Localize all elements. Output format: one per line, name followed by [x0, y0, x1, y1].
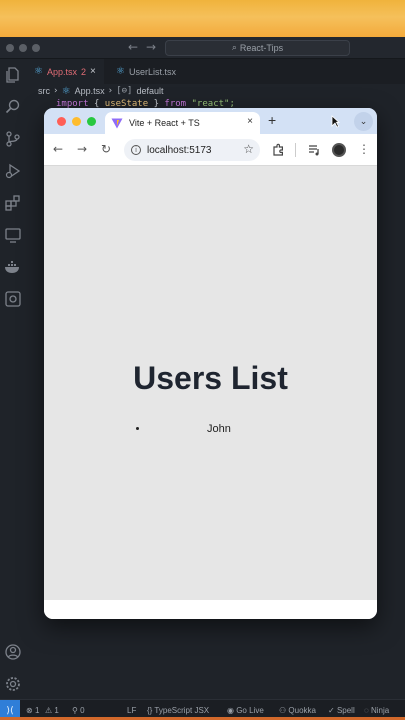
back-arrow-icon[interactable]: ←: [128, 40, 138, 54]
reload-icon[interactable]: ↻: [101, 142, 111, 156]
settings-gear-icon[interactable]: [4, 675, 22, 693]
activity-bar: [0, 59, 26, 699]
warning-count-value: 1: [54, 706, 59, 715]
run-debug-icon[interactable]: [4, 162, 22, 180]
breadcrumb-folder[interactable]: src: [38, 86, 50, 96]
browser-window: Vite + React + TS × + ⌄ ← → ↻ i localhos…: [44, 108, 377, 619]
quokka-status[interactable]: ⚇ Quokka: [279, 706, 316, 715]
search-icon: ⌕: [231, 43, 237, 53]
list-item: John: [149, 423, 231, 435]
account-icon[interactable]: [4, 643, 22, 661]
search-icon[interactable]: [4, 98, 22, 116]
address-bar[interactable]: i localhost:5173 ☆: [124, 139, 260, 161]
chevron-right-icon: ›: [108, 86, 113, 96]
mouse-cursor-icon: [331, 115, 340, 128]
symbol-icon: [⊖]: [116, 86, 133, 96]
language-mode-label: TypeScript JSX: [154, 706, 210, 715]
problem-count-badge: 2: [80, 66, 86, 77]
browser-tab-active[interactable]: Vite + React + TS ×: [105, 112, 260, 134]
ninja-status[interactable]: ◌ Ninja: [364, 706, 389, 715]
remote-explorer-icon[interactable]: [4, 226, 22, 244]
quokka-label: Quokka: [288, 706, 316, 715]
close-window-button[interactable]: [57, 117, 66, 126]
tab-title: Vite + React + TS: [129, 118, 200, 128]
go-live-label: Go Live: [236, 706, 264, 715]
workspace-name: React-Tips: [239, 43, 284, 53]
react-file-icon: ⚛: [116, 66, 125, 77]
new-tab-button[interactable]: +: [268, 112, 276, 128]
ports-count-value: 0: [80, 706, 85, 715]
minimize-window-button[interactable]: [19, 44, 27, 52]
chevron-right-icon: ›: [54, 86, 58, 96]
desktop-wallpaper-top: [0, 0, 405, 38]
user-list: John: [149, 423, 231, 435]
forward-arrow-icon[interactable]: →: [146, 40, 156, 54]
spell-label: Spell: [336, 706, 355, 715]
maximize-window-button[interactable]: [32, 44, 40, 52]
close-window-button[interactable]: [6, 44, 14, 52]
editor-tab-bar: ⚛ App.tsx 2 × ⚛ UserList.tsx: [26, 59, 405, 84]
page-title: Users List: [133, 360, 288, 396]
breadcrumb-file[interactable]: App.tsx: [75, 86, 105, 96]
vite-logo-icon: [111, 118, 123, 128]
ninja-label: Ninja: [370, 706, 390, 715]
url-text: localhost:5173: [147, 144, 212, 156]
warning-count[interactable]: ⚠ 1: [45, 706, 59, 715]
maximize-window-button[interactable]: [87, 117, 96, 126]
language-mode[interactable]: {} TypeScript JSX: [147, 706, 209, 715]
extensions-icon[interactable]: [4, 194, 22, 212]
tab-search-chevron-icon[interactable]: ⌄: [354, 112, 373, 131]
close-tab-icon[interactable]: ×: [247, 116, 253, 127]
breadcrumb: src › ⚛ App.tsx › [⊖] default: [38, 84, 164, 98]
editor-tab-userlist-tsx[interactable]: ⚛ UserList.tsx: [108, 59, 184, 84]
error-count[interactable]: ⊗ 1: [26, 706, 39, 715]
source-control-icon[interactable]: [4, 130, 22, 148]
ports-count[interactable]: ⚲ 0: [72, 706, 85, 715]
toolbar-divider: [295, 143, 296, 157]
browser-bottom-bar: [44, 600, 377, 619]
back-arrow-icon[interactable]: ←: [53, 142, 63, 156]
docker-icon[interactable]: [4, 258, 22, 276]
go-live-button[interactable]: ◉ Go Live: [227, 706, 264, 715]
eol-indicator[interactable]: LF: [127, 706, 136, 715]
testing-icon[interactable]: [4, 290, 22, 308]
vscode-titlebar: ← → ⌕ React-Tips: [0, 37, 405, 59]
react-file-icon: ⚛: [34, 66, 43, 77]
profile-avatar[interactable]: [332, 143, 346, 157]
browser-toolbar: ← → ↻ i localhost:5173 ☆ ⋮: [44, 134, 377, 166]
forward-arrow-icon[interactable]: →: [77, 142, 87, 156]
browser-tab-strip: Vite + React + TS × + ⌄: [44, 108, 377, 134]
page-viewport: Users List John: [44, 166, 377, 600]
extensions-puzzle-icon[interactable]: [272, 143, 285, 156]
more-menu-icon[interactable]: ⋮: [358, 142, 370, 156]
tab-label: UserList.tsx: [128, 66, 176, 77]
react-file-icon: ⚛: [61, 85, 71, 97]
spell-status[interactable]: ✓ Spell: [328, 706, 355, 715]
tab-label: App.tsx: [46, 66, 77, 77]
media-playlist-icon[interactable]: [308, 144, 321, 156]
breadcrumb-symbol[interactable]: default: [136, 86, 163, 96]
minimize-window-button[interactable]: [72, 117, 81, 126]
close-tab-icon[interactable]: ×: [90, 66, 96, 77]
explorer-icon[interactable]: [4, 66, 22, 84]
editor-tab-app-tsx[interactable]: ⚛ App.tsx 2 ×: [26, 59, 104, 84]
command-center-search[interactable]: ⌕ React-Tips: [165, 40, 350, 56]
site-info-icon[interactable]: i: [131, 145, 141, 155]
bookmark-star-icon[interactable]: ☆: [243, 142, 254, 156]
error-count-value: 1: [34, 706, 40, 715]
